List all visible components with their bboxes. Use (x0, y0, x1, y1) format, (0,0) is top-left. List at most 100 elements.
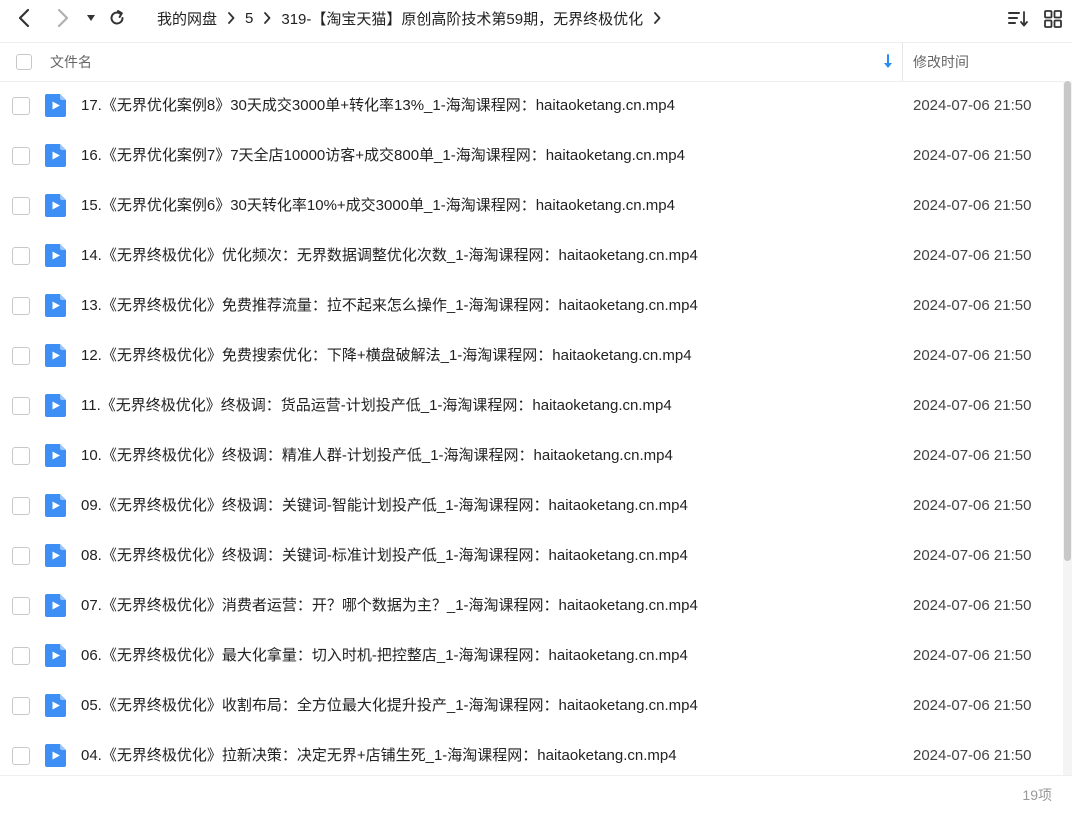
file-modified-time: 2024-07-06 21:50 (913, 197, 1032, 214)
video-file-icon (45, 494, 66, 517)
chevron-right-icon (263, 12, 271, 24)
file-name[interactable]: 14.《无界终极优化》优化频次：无界数据调整优化次数_1-海淘课程网：haita… (81, 231, 698, 281)
video-file-icon (45, 194, 66, 217)
file-modified-time: 2024-07-06 21:50 (913, 647, 1032, 664)
row-checkbox[interactable] (12, 147, 30, 165)
row-checkbox[interactable] (12, 747, 30, 765)
file-modified-time: 2024-07-06 21:50 (913, 97, 1032, 114)
column-header-modified[interactable]: 修改时间 (913, 43, 969, 81)
video-file-icon (45, 294, 66, 317)
video-file-icon (45, 744, 66, 767)
sort-button[interactable] (1007, 8, 1029, 30)
file-list: 17.《无界优化案例8》30天成交3000单+转化率13%_1-海淘课程网：ha… (0, 81, 1063, 775)
video-file-icon (45, 344, 66, 367)
file-name[interactable]: 04.《无界终极优化》拉新决策：决定无界+店铺生死_1-海淘课程网：haitao… (81, 731, 677, 775)
chevron-right-icon (653, 12, 661, 24)
video-file-icon (45, 694, 66, 717)
file-row[interactable]: 10.《无界终极优化》终极调：精准人群-计划投产低_1-海淘课程网：haitao… (0, 431, 1063, 481)
file-row[interactable]: 05.《无界终极优化》收割布局：全方位最大化提升投产_1-海淘课程网：haita… (0, 681, 1063, 731)
select-all-checkbox[interactable] (16, 54, 32, 70)
file-modified-time: 2024-07-06 21:50 (913, 447, 1032, 464)
chevron-right-icon (57, 8, 69, 28)
video-file-icon (45, 144, 66, 167)
row-checkbox[interactable] (12, 197, 30, 215)
file-row[interactable]: 16.《无界优化案例7》7天全店10000访客+成交800单_1-海淘课程网：h… (0, 131, 1063, 181)
file-list-header: 文件名 修改时间 (0, 42, 1072, 82)
row-checkbox[interactable] (12, 447, 30, 465)
item-count: 19项 (1022, 787, 1052, 803)
file-name[interactable]: 10.《无界终极优化》终极调：精准人群-计划投产低_1-海淘课程网：haitao… (81, 431, 673, 481)
row-checkbox[interactable] (12, 497, 30, 515)
file-modified-time: 2024-07-06 21:50 (913, 247, 1032, 264)
file-name[interactable]: 11.《无界终极优化》终极调：货品运营-计划投产低_1-海淘课程网：haitao… (81, 381, 672, 431)
row-checkbox[interactable] (12, 297, 30, 315)
sort-desc-icon[interactable] (882, 54, 894, 70)
video-file-icon (45, 594, 66, 617)
file-row[interactable]: 13.《无界终极优化》免费推荐流量：拉不起来怎么操作_1-海淘课程网：haita… (0, 281, 1063, 331)
file-name[interactable]: 09.《无界终极优化》终极调：关键词-智能计划投产低_1-海淘课程网：haita… (81, 481, 688, 531)
file-row[interactable]: 07.《无界终极优化》消费者运营：开？哪个数据为主？_1-海淘课程网：haita… (0, 581, 1063, 631)
file-modified-time: 2024-07-06 21:50 (913, 347, 1032, 364)
file-name[interactable]: 13.《无界终极优化》免费推荐流量：拉不起来怎么操作_1-海淘课程网：haita… (81, 281, 698, 331)
row-checkbox[interactable] (12, 247, 30, 265)
video-file-icon (45, 394, 66, 417)
row-checkbox[interactable] (12, 647, 30, 665)
file-modified-time: 2024-07-06 21:50 (913, 497, 1032, 514)
breadcrumb-item-folder[interactable]: 5 (245, 10, 253, 27)
column-header-name[interactable]: 文件名 (50, 43, 92, 81)
breadcrumb: 我的网盘 5 319-【淘宝天猫】原创高阶技术第59期，无界终极优化 (157, 0, 671, 36)
caret-down-icon (87, 15, 95, 21)
file-name[interactable]: 08.《无界终极优化》终极调：关键词-标准计划投产低_1-海淘课程网：haita… (81, 531, 688, 581)
video-file-icon (45, 544, 66, 567)
refresh-button[interactable] (106, 0, 128, 36)
file-name[interactable]: 12.《无界终极优化》免费搜索优化：下降+横盘破解法_1-海淘课程网：haita… (81, 331, 692, 381)
file-row[interactable]: 11.《无界终极优化》终极调：货品运营-计划投产低_1-海淘课程网：haitao… (0, 381, 1063, 431)
file-row[interactable]: 08.《无界终极优化》终极调：关键词-标准计划投产低_1-海淘课程网：haita… (0, 531, 1063, 581)
file-modified-time: 2024-07-06 21:50 (913, 747, 1032, 764)
file-modified-time: 2024-07-06 21:50 (913, 397, 1032, 414)
breadcrumb-item-root[interactable]: 我的网盘 (157, 8, 217, 29)
video-file-icon (45, 644, 66, 667)
file-modified-time: 2024-07-06 21:50 (913, 147, 1032, 164)
row-checkbox[interactable] (12, 547, 30, 565)
file-modified-time: 2024-07-06 21:50 (913, 547, 1032, 564)
row-checkbox[interactable] (12, 97, 30, 115)
file-row[interactable]: 17.《无界优化案例8》30天成交3000单+转化率13%_1-海淘课程网：ha… (0, 81, 1063, 131)
file-name[interactable]: 16.《无界优化案例7》7天全店10000访客+成交800单_1-海淘课程网：h… (81, 131, 685, 181)
file-name[interactable]: 05.《无界终极优化》收割布局：全方位最大化提升投产_1-海淘课程网：haita… (81, 681, 698, 731)
grid-view-icon (1044, 10, 1062, 28)
file-row[interactable]: 14.《无界终极优化》优化频次：无界数据调整优化次数_1-海淘课程网：haita… (0, 231, 1063, 281)
sort-icon (1008, 11, 1028, 27)
video-file-icon (45, 244, 66, 267)
scrollbar-thumb[interactable] (1064, 81, 1071, 561)
file-name[interactable]: 17.《无界优化案例8》30天成交3000单+转化率13%_1-海淘课程网：ha… (81, 81, 675, 131)
chevron-left-icon (18, 8, 30, 28)
file-name[interactable]: 06.《无界终极优化》最大化拿量：切入时机-把控整店_1-海淘课程网：haita… (81, 631, 688, 681)
refresh-icon (110, 10, 124, 25)
video-file-icon (45, 94, 66, 117)
breadcrumb-item-current[interactable]: 319-【淘宝天猫】原创高阶技术第59期，无界终极优化 (281, 8, 643, 29)
file-modified-time: 2024-07-06 21:50 (913, 297, 1032, 314)
file-row[interactable]: 06.《无界终极优化》最大化拿量：切入时机-把控整店_1-海淘课程网：haita… (0, 631, 1063, 681)
file-row[interactable]: 04.《无界终极优化》拉新决策：决定无界+店铺生死_1-海淘课程网：haitao… (0, 731, 1063, 775)
file-modified-time: 2024-07-06 21:50 (913, 597, 1032, 614)
file-name[interactable]: 07.《无界终极优化》消费者运营：开？哪个数据为主？_1-海淘课程网：haita… (81, 581, 698, 631)
row-checkbox[interactable] (12, 597, 30, 615)
chevron-right-icon (227, 12, 235, 24)
toolbar: 我的网盘 5 319-【淘宝天猫】原创高阶技术第59期，无界终极优化 (0, 0, 1072, 38)
file-row[interactable]: 09.《无界终极优化》终极调：关键词-智能计划投产低_1-海淘课程网：haita… (0, 481, 1063, 531)
row-checkbox[interactable] (12, 347, 30, 365)
file-row[interactable]: 15.《无界优化案例6》30天转化率10%+成交3000单_1-海淘课程网：ha… (0, 181, 1063, 231)
row-checkbox[interactable] (12, 397, 30, 415)
history-dropdown-button[interactable] (84, 0, 98, 36)
file-name[interactable]: 15.《无界优化案例6》30天转化率10%+成交3000单_1-海淘课程网：ha… (81, 181, 675, 231)
forward-button[interactable] (51, 0, 75, 36)
scrollbar[interactable] (1063, 81, 1072, 775)
row-checkbox[interactable] (12, 697, 30, 715)
video-file-icon (45, 444, 66, 467)
back-button[interactable] (12, 0, 36, 36)
column-divider[interactable] (902, 43, 903, 81)
view-toggle-button[interactable] (1042, 8, 1064, 30)
file-row[interactable]: 12.《无界终极优化》免费搜索优化：下降+横盘破解法_1-海淘课程网：haita… (0, 331, 1063, 381)
file-modified-time: 2024-07-06 21:50 (913, 697, 1032, 714)
